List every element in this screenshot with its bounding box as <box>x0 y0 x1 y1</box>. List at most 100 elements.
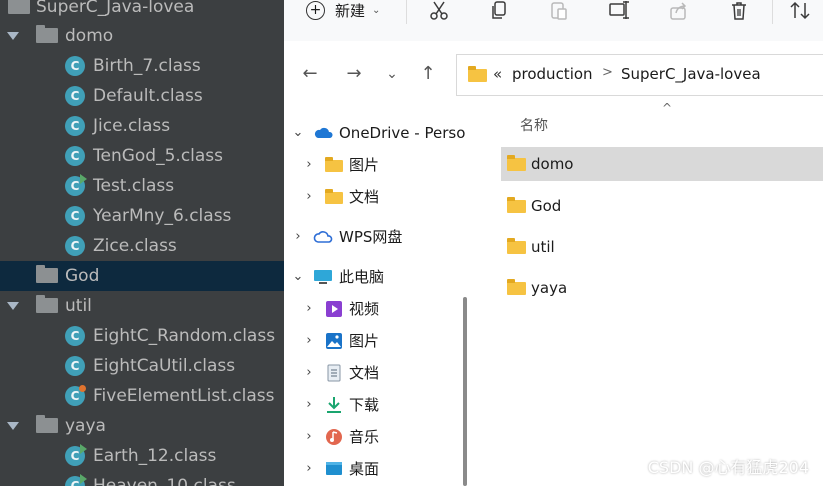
java-class-icon: C <box>65 326 85 346</box>
chevron-down-icon[interactable] <box>6 411 20 441</box>
file-item-yaya[interactable]: yaya <box>501 271 823 305</box>
onedrive-icon <box>313 125 333 140</box>
breadcrumb-project[interactable]: SuperC_Java-lovea <box>621 65 761 83</box>
paste-icon[interactable] <box>544 0 574 22</box>
breadcrumb-production[interactable]: production <box>512 65 593 83</box>
tree-row-class[interactable]: C Heaven_10.class <box>0 471 284 486</box>
chevron-down-icon: ⌄ <box>372 4 381 16</box>
folder-icon <box>36 295 58 313</box>
nav-item-pc-pictures[interactable]: › 图片 <box>284 325 474 357</box>
cut-icon[interactable] <box>424 0 454 22</box>
nav-label: 文档 <box>349 364 380 382</box>
folder-icon <box>36 415 58 433</box>
chevron-right-icon[interactable]: › <box>292 221 304 253</box>
tree-row-root[interactable]: SuperC_Java-lovea <box>0 0 284 22</box>
delete-icon[interactable] <box>724 0 754 22</box>
chevron-right-icon[interactable]: › <box>303 357 315 389</box>
recent-locations-icon[interactable]: ⌄ <box>380 63 404 85</box>
nav-label: 视频 <box>349 300 380 318</box>
nav-label: OneDrive - Perso <box>339 124 466 142</box>
tree-label: Jice.class <box>93 116 171 136</box>
tree-label: util <box>65 296 92 316</box>
tree-row-class[interactable]: C Earth_12.class <box>0 441 284 471</box>
tree-row-domo[interactable]: domo <box>0 21 284 51</box>
chevron-down-icon[interactable] <box>6 21 20 51</box>
watermark: CSDN @心有猛虎204 <box>647 458 809 477</box>
project-tree: SuperC_Java-lovea domo C Birth_7.class C… <box>0 0 284 486</box>
chevron-right-icon[interactable]: › <box>303 421 315 453</box>
java-class-icon: C <box>65 236 85 256</box>
tree-row-class[interactable]: C Default.class <box>0 81 284 111</box>
chevron-down-icon[interactable]: ⌄ <box>292 261 304 293</box>
breadcrumb-overflow[interactable]: « <box>493 65 502 83</box>
folder-icon <box>507 155 526 171</box>
nav-item-downloads[interactable]: › 下载 <box>284 389 474 421</box>
file-item-god[interactable]: God <box>501 189 823 223</box>
chevron-right-icon[interactable]: › <box>303 325 315 357</box>
java-class-icon: C <box>65 206 85 226</box>
nav-item-desktop[interactable]: › 桌面 <box>284 453 474 485</box>
tree-row-class[interactable]: C EightC_Random.class <box>0 321 284 351</box>
tree-row-class[interactable]: C YearMny_6.class <box>0 201 284 231</box>
documents-icon <box>325 364 343 382</box>
chevron-right-icon[interactable]: › <box>303 389 315 421</box>
nav-item-onedrive[interactable]: ⌄ OneDrive - Perso <box>284 117 474 149</box>
tree-label: YearMny_6.class <box>93 206 232 226</box>
tree-row-class[interactable]: C Zice.class <box>0 231 284 261</box>
nav-item-pc-documents[interactable]: › 文档 <box>284 357 474 389</box>
nav-item-pictures[interactable]: › 图片 <box>284 149 474 181</box>
up-arrow-icon[interactable]: ↑ <box>416 63 440 85</box>
nav-label: 图片 <box>349 332 380 350</box>
tree-label: Birth_7.class <box>93 56 201 76</box>
tree-row-class[interactable]: C EightCaUtil.class <box>0 351 284 381</box>
tree-label: TenGod_5.class <box>93 146 224 166</box>
chevron-down-icon[interactable] <box>6 291 20 321</box>
tree-row-util[interactable]: util <box>0 291 284 321</box>
file-item-domo[interactable]: domo <box>501 147 823 181</box>
forward-arrow-icon[interactable]: → <box>342 63 366 85</box>
nav-item-this-pc[interactable]: ⌄ 此电脑 <box>284 261 474 293</box>
nav-item-videos[interactable]: › 视频 <box>284 293 474 325</box>
tree-label: EightCaUtil.class <box>93 356 236 376</box>
column-header-name[interactable]: 名称 <box>520 115 548 135</box>
tree-label: EightC_Random.class <box>93 326 276 346</box>
tree-label: God <box>65 266 100 286</box>
tree-row-yaya[interactable]: yaya <box>0 411 284 441</box>
new-button[interactable]: + 新建 ⌄ <box>306 0 380 20</box>
copy-icon[interactable] <box>484 0 514 22</box>
tree-row-class[interactable]: C FiveElementList.class <box>0 381 284 411</box>
tree-label: Default.class <box>93 86 203 106</box>
sort-icon[interactable] <box>786 0 816 22</box>
tree-row-class[interactable]: C TenGod_5.class <box>0 141 284 171</box>
file-item-util[interactable]: util <box>501 230 823 264</box>
file-name: yaya <box>531 279 568 297</box>
tree-row-class[interactable]: C Birth_7.class <box>0 51 284 81</box>
navigation-bar: ← → ⌄ ↑ « production > SuperC_Java-lovea <box>284 41 823 107</box>
chevron-right-icon[interactable]: › <box>303 181 315 213</box>
tree-row-class[interactable]: C Test.class <box>0 171 284 201</box>
nav-item-music[interactable]: › 音乐 <box>284 421 474 453</box>
chevron-right-icon[interactable]: > <box>602 65 613 80</box>
toolbar-divider <box>406 0 407 24</box>
download-icon <box>325 396 343 413</box>
back-arrow-icon[interactable]: ← <box>298 63 322 85</box>
chevron-right-icon[interactable]: › <box>303 149 315 181</box>
tree-label: FiveElementList.class <box>93 386 275 406</box>
chevron-right-icon[interactable]: › <box>303 453 315 485</box>
tree-label: Test.class <box>93 176 175 196</box>
rename-icon[interactable] <box>604 0 634 22</box>
tree-row-class[interactable]: C Jice.class <box>0 111 284 141</box>
navigation-pane-scrollbar[interactable] <box>463 297 467 486</box>
chevron-down-icon[interactable]: ⌄ <box>292 117 304 149</box>
folder-icon <box>36 265 58 283</box>
tree-row-god[interactable]: God <box>0 261 284 291</box>
nav-item-documents[interactable]: › 文档 <box>284 181 474 213</box>
chevron-right-icon[interactable]: › <box>303 293 315 325</box>
share-icon[interactable] <box>664 0 694 22</box>
file-list: ^ 名称 domo God util yaya <box>488 101 823 486</box>
address-bar[interactable]: « production > SuperC_Java-lovea <box>456 54 823 96</box>
nav-item-wps[interactable]: › WPS网盘 <box>284 221 474 253</box>
java-runnable-class-icon: C <box>65 474 87 486</box>
nav-label: 文档 <box>349 188 380 206</box>
folder-icon <box>507 279 526 295</box>
